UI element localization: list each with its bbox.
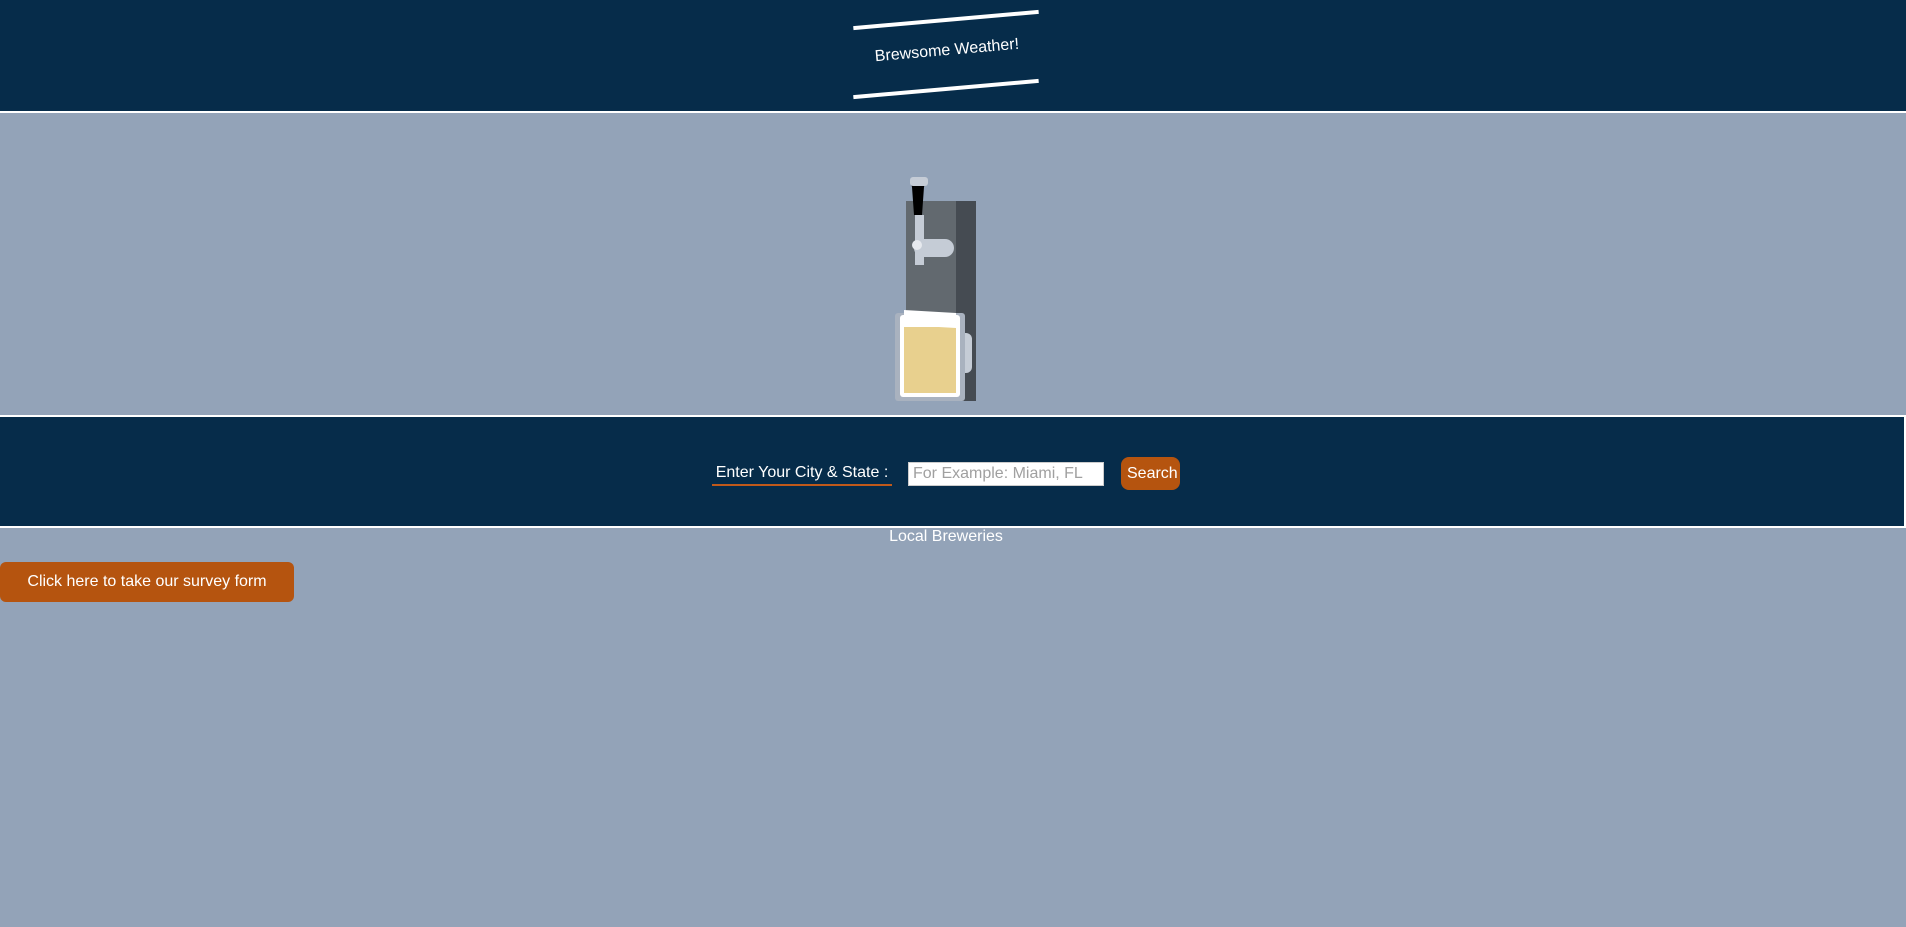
- logo-bottom-line: [853, 78, 1039, 100]
- search-button[interactable]: Search: [1121, 457, 1180, 490]
- site-header: Brewsome Weather!: [0, 0, 1906, 113]
- search-section: Enter Your City & State : Search: [0, 415, 1906, 528]
- tap-valve: [912, 240, 922, 250]
- site-logo-text: Brewsome Weather!: [874, 35, 1020, 66]
- beer-liquid: [904, 327, 956, 393]
- hero-section: [0, 113, 1906, 415]
- tap-handle-cap: [910, 177, 928, 186]
- logo-top-line: [853, 9, 1039, 31]
- local-breweries-heading: Local Breweries: [889, 528, 1003, 545]
- beer-tap-icon: [895, 177, 976, 401]
- city-state-label: Enter Your City & State :: [712, 462, 892, 486]
- beer-foam: [904, 310, 956, 328]
- survey-form-button[interactable]: Click here to take our survey form: [0, 562, 294, 602]
- city-state-input[interactable]: [908, 462, 1104, 486]
